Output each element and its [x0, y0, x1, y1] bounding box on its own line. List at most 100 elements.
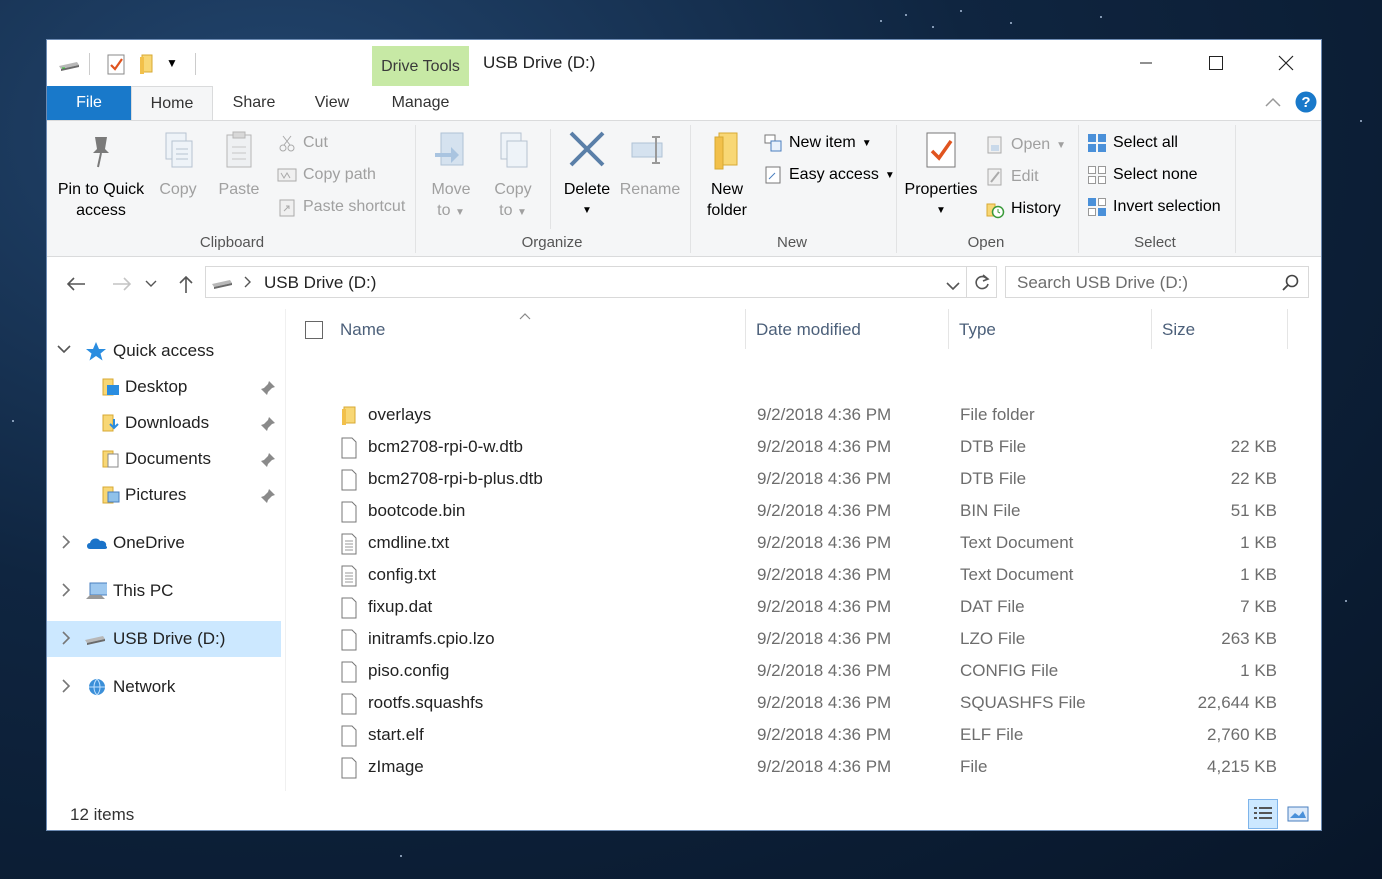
cut-button[interactable]: Cut	[277, 131, 328, 155]
search-placeholder: Search USB Drive (D:)	[1017, 273, 1188, 292]
open-button[interactable]: Open ▼	[985, 133, 1066, 157]
chevron-right-icon[interactable]	[61, 583, 71, 600]
new-folder-button[interactable]: New folder	[699, 129, 755, 221]
pin-icon[interactable]	[260, 452, 276, 473]
copy-path-icon	[277, 165, 297, 185]
select-all-checkbox[interactable]	[305, 321, 323, 339]
nav-item-pictures[interactable]: Pictures	[47, 477, 281, 513]
details-view-button[interactable]	[1248, 799, 1278, 829]
easy-access-dropdown-icon: ▼	[884, 169, 895, 181]
network-icon	[85, 677, 107, 697]
select-all-button[interactable]: Select all	[1087, 131, 1178, 155]
properties-button[interactable]: Properties ▼	[903, 129, 979, 221]
paste-shortcut-button[interactable]: Paste shortcut	[277, 195, 405, 219]
breadcrumb-chevron-icon[interactable]	[244, 275, 252, 293]
file-icon	[340, 597, 358, 624]
invert-selection-button[interactable]: Invert selection	[1087, 195, 1221, 219]
customize-qat-dropdown[interactable]: ▼	[166, 56, 178, 80]
large-icons-view-button[interactable]	[1283, 799, 1313, 829]
drive-icon	[83, 629, 105, 649]
pin-icon[interactable]	[260, 380, 276, 401]
nav-item-desktop[interactable]: Desktop	[47, 369, 281, 405]
search-icon[interactable]	[1281, 274, 1299, 297]
paste-button[interactable]: Paste	[211, 129, 267, 200]
nav-item-downloads[interactable]: Downloads	[47, 405, 281, 441]
nav-item-documents[interactable]: Documents	[47, 441, 281, 477]
group-label-new: New	[776, 234, 807, 251]
properties-qat-icon[interactable]	[105, 52, 127, 76]
minimize-button[interactable]	[1117, 46, 1175, 80]
nav-item-network[interactable]: Network	[47, 669, 281, 705]
search-input[interactable]: Search USB Drive (D:)	[1005, 266, 1309, 298]
file-explorer-window: ▼ Drive Tools USB Drive (D:) File Home S…	[46, 39, 1322, 831]
up-button[interactable]	[173, 271, 199, 297]
refresh-button[interactable]	[967, 266, 997, 298]
file-row[interactable]: bcm2708-rpi-b-plus.dtb 9/2/2018 4:36 PM …	[331, 463, 1281, 495]
new-folder-qat-icon[interactable]	[137, 52, 157, 76]
tab-home[interactable]: Home	[131, 86, 213, 121]
new-item-button[interactable]: New item ▼	[763, 131, 872, 155]
copy-path-button[interactable]: Copy path	[277, 163, 376, 187]
edit-button[interactable]: Edit	[985, 165, 1039, 189]
nav-item-this-pc[interactable]: This PC	[47, 573, 281, 609]
text-file-icon	[340, 565, 358, 592]
desktop-folder-icon	[99, 377, 121, 397]
documents-folder-icon	[99, 449, 121, 469]
chevron-right-icon[interactable]	[61, 631, 71, 648]
rename-button[interactable]: Rename	[619, 129, 681, 200]
delete-dropdown-icon: ▼	[582, 205, 592, 216]
move-to-button[interactable]: Move to ▼	[423, 129, 479, 223]
file-row[interactable]: zImage 9/2/2018 4:36 PM File 4,215 KB	[331, 751, 1281, 783]
nav-item-usb-drive[interactable]: USB Drive (D:)	[47, 621, 281, 657]
file-row[interactable]: cmdline.txt 9/2/2018 4:36 PM Text Docume…	[331, 527, 1281, 559]
chevron-right-icon[interactable]	[61, 679, 71, 696]
recent-locations-button[interactable]	[143, 271, 159, 297]
file-row[interactable]: piso.config 9/2/2018 4:36 PM CONFIG File…	[331, 655, 1281, 687]
column-header-size[interactable]: Size	[1162, 320, 1195, 340]
file-row[interactable]: config.txt 9/2/2018 4:36 PM Text Documen…	[331, 559, 1281, 591]
easy-access-button[interactable]: Easy access ▼	[763, 163, 895, 187]
address-bar[interactable]: USB Drive (D:)	[205, 266, 967, 298]
history-button[interactable]: History	[985, 197, 1061, 221]
file-row[interactable]: fixup.dat 9/2/2018 4:36 PM DAT File 7 KB	[331, 591, 1281, 623]
up-arrow-icon	[179, 275, 193, 293]
copy-to-button[interactable]: Copy to ▼	[485, 129, 541, 223]
file-row[interactable]: rootfs.squashfs 9/2/2018 4:36 PM SQUASHF…	[331, 687, 1281, 719]
nav-item-quick-access[interactable]: Quick access	[47, 333, 281, 369]
move-to-icon	[435, 132, 464, 166]
copy-button[interactable]: Copy	[151, 129, 205, 200]
pin-icon[interactable]	[260, 416, 276, 437]
breadcrumb-usb-drive[interactable]: USB Drive (D:)	[264, 273, 376, 293]
file-row[interactable]: bcm2708-rpi-0-w.dtb 9/2/2018 4:36 PM DTB…	[331, 431, 1281, 463]
forward-button[interactable]	[109, 271, 135, 297]
column-header-type[interactable]: Type	[959, 320, 996, 340]
tab-share[interactable]: Share	[217, 86, 291, 120]
collapse-ribbon-icon[interactable]	[1263, 94, 1283, 115]
back-arrow-icon	[66, 277, 85, 291]
file-row[interactable]: overlays 9/2/2018 4:36 PM File folder	[331, 399, 1281, 431]
onedrive-cloud-icon	[85, 533, 107, 553]
help-icon[interactable]: ?	[1295, 91, 1317, 118]
nav-item-onedrive[interactable]: OneDrive	[47, 525, 281, 561]
file-row[interactable]: bootcode.bin 9/2/2018 4:36 PM BIN File 5…	[331, 495, 1281, 527]
maximize-button[interactable]	[1187, 46, 1245, 80]
back-button[interactable]	[63, 271, 89, 297]
select-none-button[interactable]: Select none	[1087, 163, 1198, 187]
chevron-down-icon[interactable]	[57, 342, 71, 357]
column-header-name[interactable]: Name	[340, 320, 385, 340]
file-row[interactable]: initramfs.cpio.lzo 9/2/2018 4:36 PM LZO …	[331, 623, 1281, 655]
close-button[interactable]	[1257, 46, 1315, 80]
tab-view[interactable]: View	[297, 86, 367, 120]
address-history-dropdown[interactable]	[946, 278, 960, 296]
file-row[interactable]: start.elf 9/2/2018 4:36 PM ELF File 2,76…	[331, 719, 1281, 751]
tab-file[interactable]: File	[47, 86, 131, 120]
tab-manage[interactable]: Manage	[372, 86, 469, 120]
column-header-date-modified[interactable]: Date modified	[756, 320, 861, 340]
pin-to-quick-access-button[interactable]: Pin to Quick access	[55, 129, 147, 221]
rename-icon	[631, 136, 663, 164]
chevron-right-icon[interactable]	[61, 535, 71, 552]
open-dropdown-icon: ▼	[1056, 139, 1067, 151]
delete-button[interactable]: Delete ▼	[557, 129, 617, 221]
move-to-dropdown-icon: ▼	[454, 207, 465, 218]
pin-icon[interactable]	[260, 488, 276, 509]
